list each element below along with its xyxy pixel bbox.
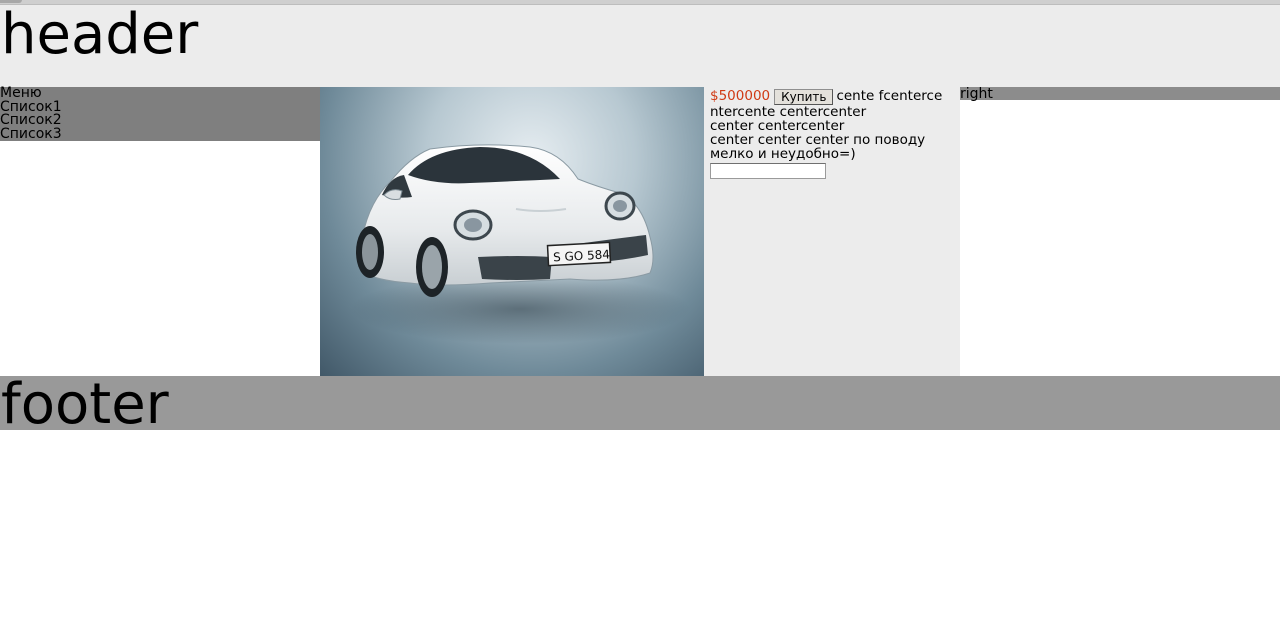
desc-line-1: cente fcenterce	[836, 88, 943, 104]
product-photo: S GO 584	[320, 87, 704, 376]
buy-button[interactable]: Купить	[774, 89, 834, 105]
product-price: $500000	[710, 88, 771, 104]
right-title: right	[960, 87, 1280, 101]
header-title: header	[1, 2, 199, 67]
right-column: right	[960, 87, 1280, 376]
footer-title: footer	[1, 372, 169, 437]
left-column: Меню Список1 Список2 Список3	[0, 86, 320, 376]
page-header: header	[0, 5, 1280, 87]
car-image: S GO 584	[350, 144, 690, 344]
text-input[interactable]	[710, 163, 826, 179]
license-plate-text: S GO 584	[553, 247, 611, 264]
desc-line-5: мелко и неудобно=)	[710, 146, 856, 162]
product-info: $500000 Купить cente fcenterce ntercente c…	[704, 87, 960, 376]
page-footer: footer	[0, 376, 1280, 434]
menu-block: Меню Список1 Список2 Список3	[0, 86, 320, 142]
menu-item-3[interactable]: Список3	[0, 127, 320, 142]
